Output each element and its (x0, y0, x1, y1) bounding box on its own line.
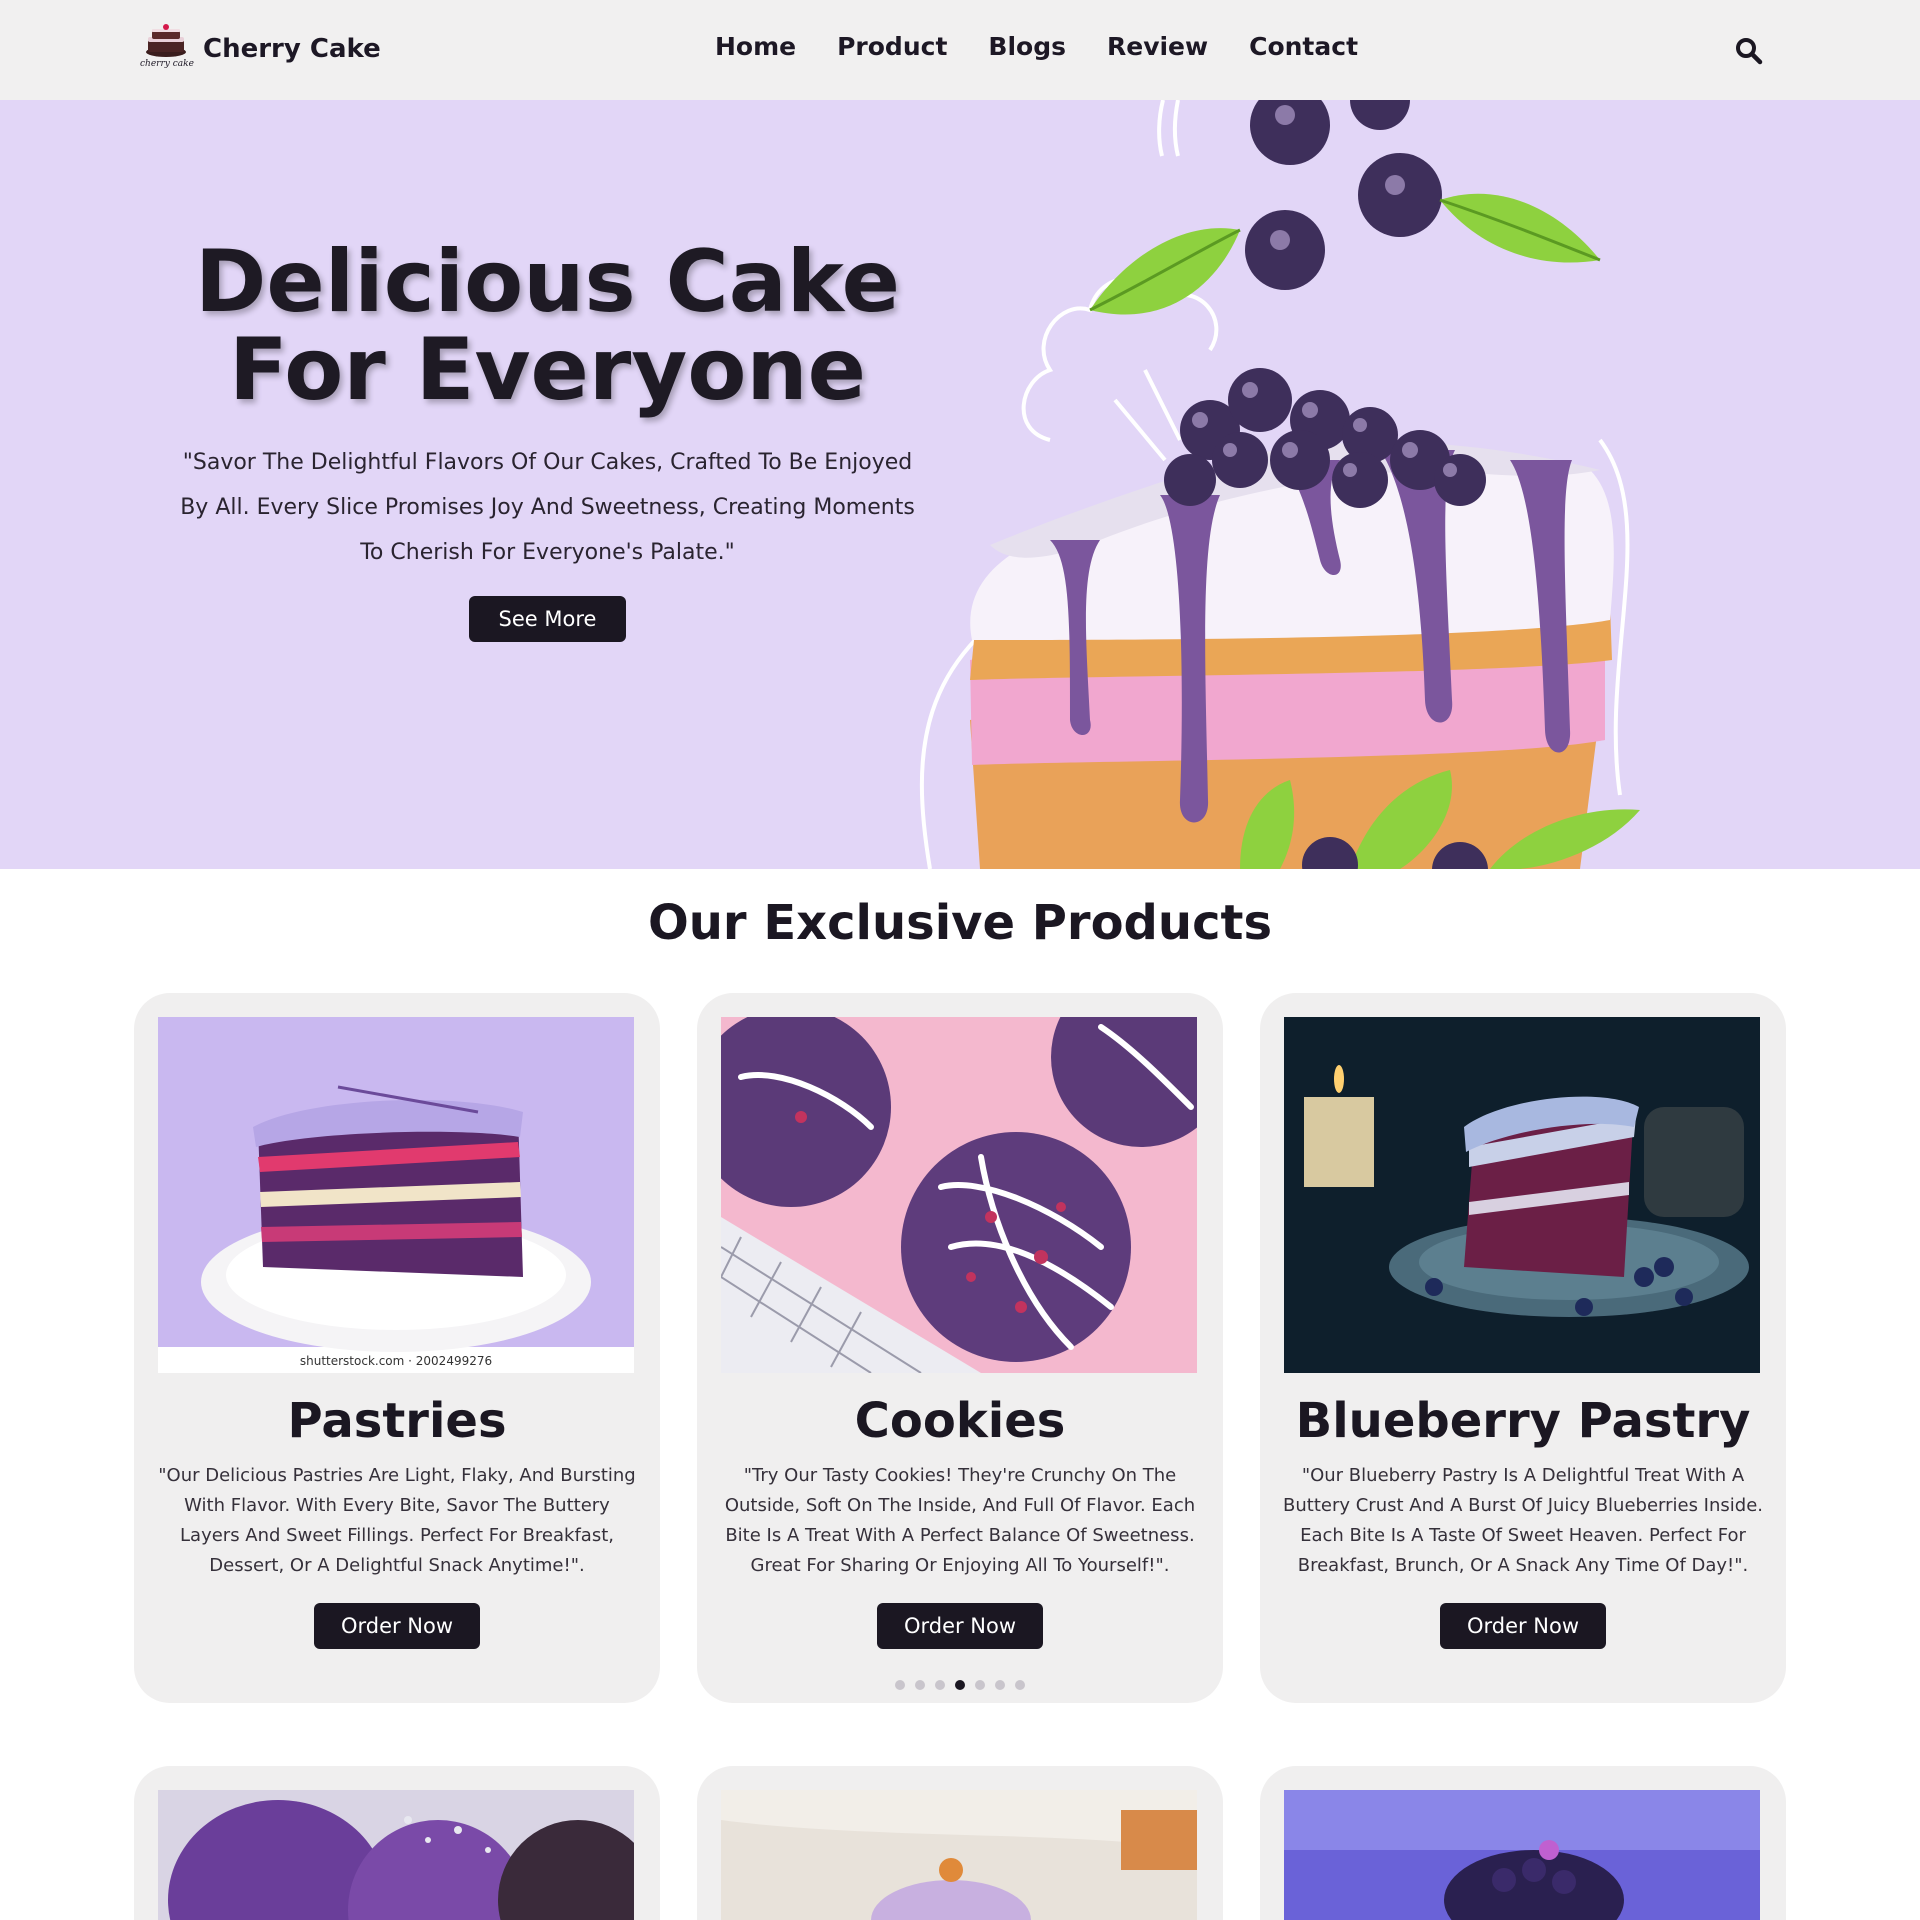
product-image (721, 1790, 1197, 1920)
product-card (697, 1766, 1223, 1920)
carousel-dot[interactable] (895, 1680, 905, 1690)
product-image (158, 1790, 634, 1920)
hero-banner: Delicious Cake For Everyone "Savor The D… (0, 100, 1920, 869)
carousel-dot-active[interactable] (955, 1680, 965, 1690)
product-card-blueberry-pastry: Blueberry Pastry "Our Blueberry Pastry I… (1260, 993, 1786, 1703)
product-description: "Our Delicious Pastries Are Light, Flaky… (158, 1465, 636, 1576)
carousel-pagination (895, 1680, 1025, 1690)
blueberry-pastry-image (1284, 1017, 1760, 1373)
nav-review[interactable]: Review (1107, 32, 1208, 61)
order-now-button[interactable]: Order Now (877, 1603, 1043, 1649)
carousel-dot[interactable] (975, 1680, 985, 1690)
product-description: "Our Blueberry Pastry Is A Delightful Tr… (1283, 1465, 1763, 1576)
order-now-button[interactable]: Order Now (1440, 1603, 1606, 1649)
product-card (1260, 1766, 1786, 1920)
brand-name[interactable]: Cherry Cake (203, 34, 381, 64)
image-watermark: shutterstock.com · 2002499276 (300, 1354, 492, 1368)
product-image (1284, 1790, 1760, 1920)
nav-product[interactable]: Product (837, 32, 947, 61)
hero-title: Delicious Cake For Everyone (145, 238, 950, 414)
hero-title-line-1: Delicious Cake (195, 232, 900, 332)
main-nav: Home Product Blogs Review Contact (715, 32, 1399, 61)
pastries-image: shutterstock.com · 2002499276 (158, 1017, 634, 1373)
product-card (134, 1766, 660, 1920)
product-description: "Try Our Tasty Cookies! They're Crunchy … (724, 1465, 1196, 1576)
nav-home[interactable]: Home (715, 32, 796, 61)
carousel-dot[interactable] (915, 1680, 925, 1690)
search-icon[interactable] (1734, 36, 1764, 66)
cake-logo-icon[interactable]: cherry cake (138, 22, 198, 72)
product-name: Cookies (854, 1393, 1066, 1449)
hero-title-line-2: For Everyone (229, 320, 866, 420)
hero-description: "Savor The Delightful Flavors Of Our Cak… (180, 450, 915, 565)
product-card-cookies: Cookies "Try Our Tasty Cookies! They're … (697, 993, 1223, 1703)
order-now-button[interactable]: Order Now (314, 1603, 480, 1649)
carousel-dot[interactable] (935, 1680, 945, 1690)
see-more-button[interactable]: See More (469, 596, 626, 642)
product-card-pastries: shutterstock.com · 2002499276 Pastries "… (134, 993, 660, 1703)
site-header: cherry cake Cherry Cake Home Product Blo… (0, 0, 1920, 100)
logo-text: cherry cake (140, 59, 194, 69)
carousel-dot[interactable] (995, 1680, 1005, 1690)
product-name: Pastries (287, 1393, 507, 1449)
products-section-title: Our Exclusive Products (647, 895, 1273, 951)
cookies-image (721, 1017, 1197, 1373)
nav-blogs[interactable]: Blogs (988, 32, 1066, 61)
carousel-dot[interactable] (1015, 1680, 1025, 1690)
hero-cake-illustration (900, 100, 1920, 869)
product-name: Blueberry Pastry (1295, 1393, 1751, 1449)
nav-contact[interactable]: Contact (1249, 32, 1358, 61)
